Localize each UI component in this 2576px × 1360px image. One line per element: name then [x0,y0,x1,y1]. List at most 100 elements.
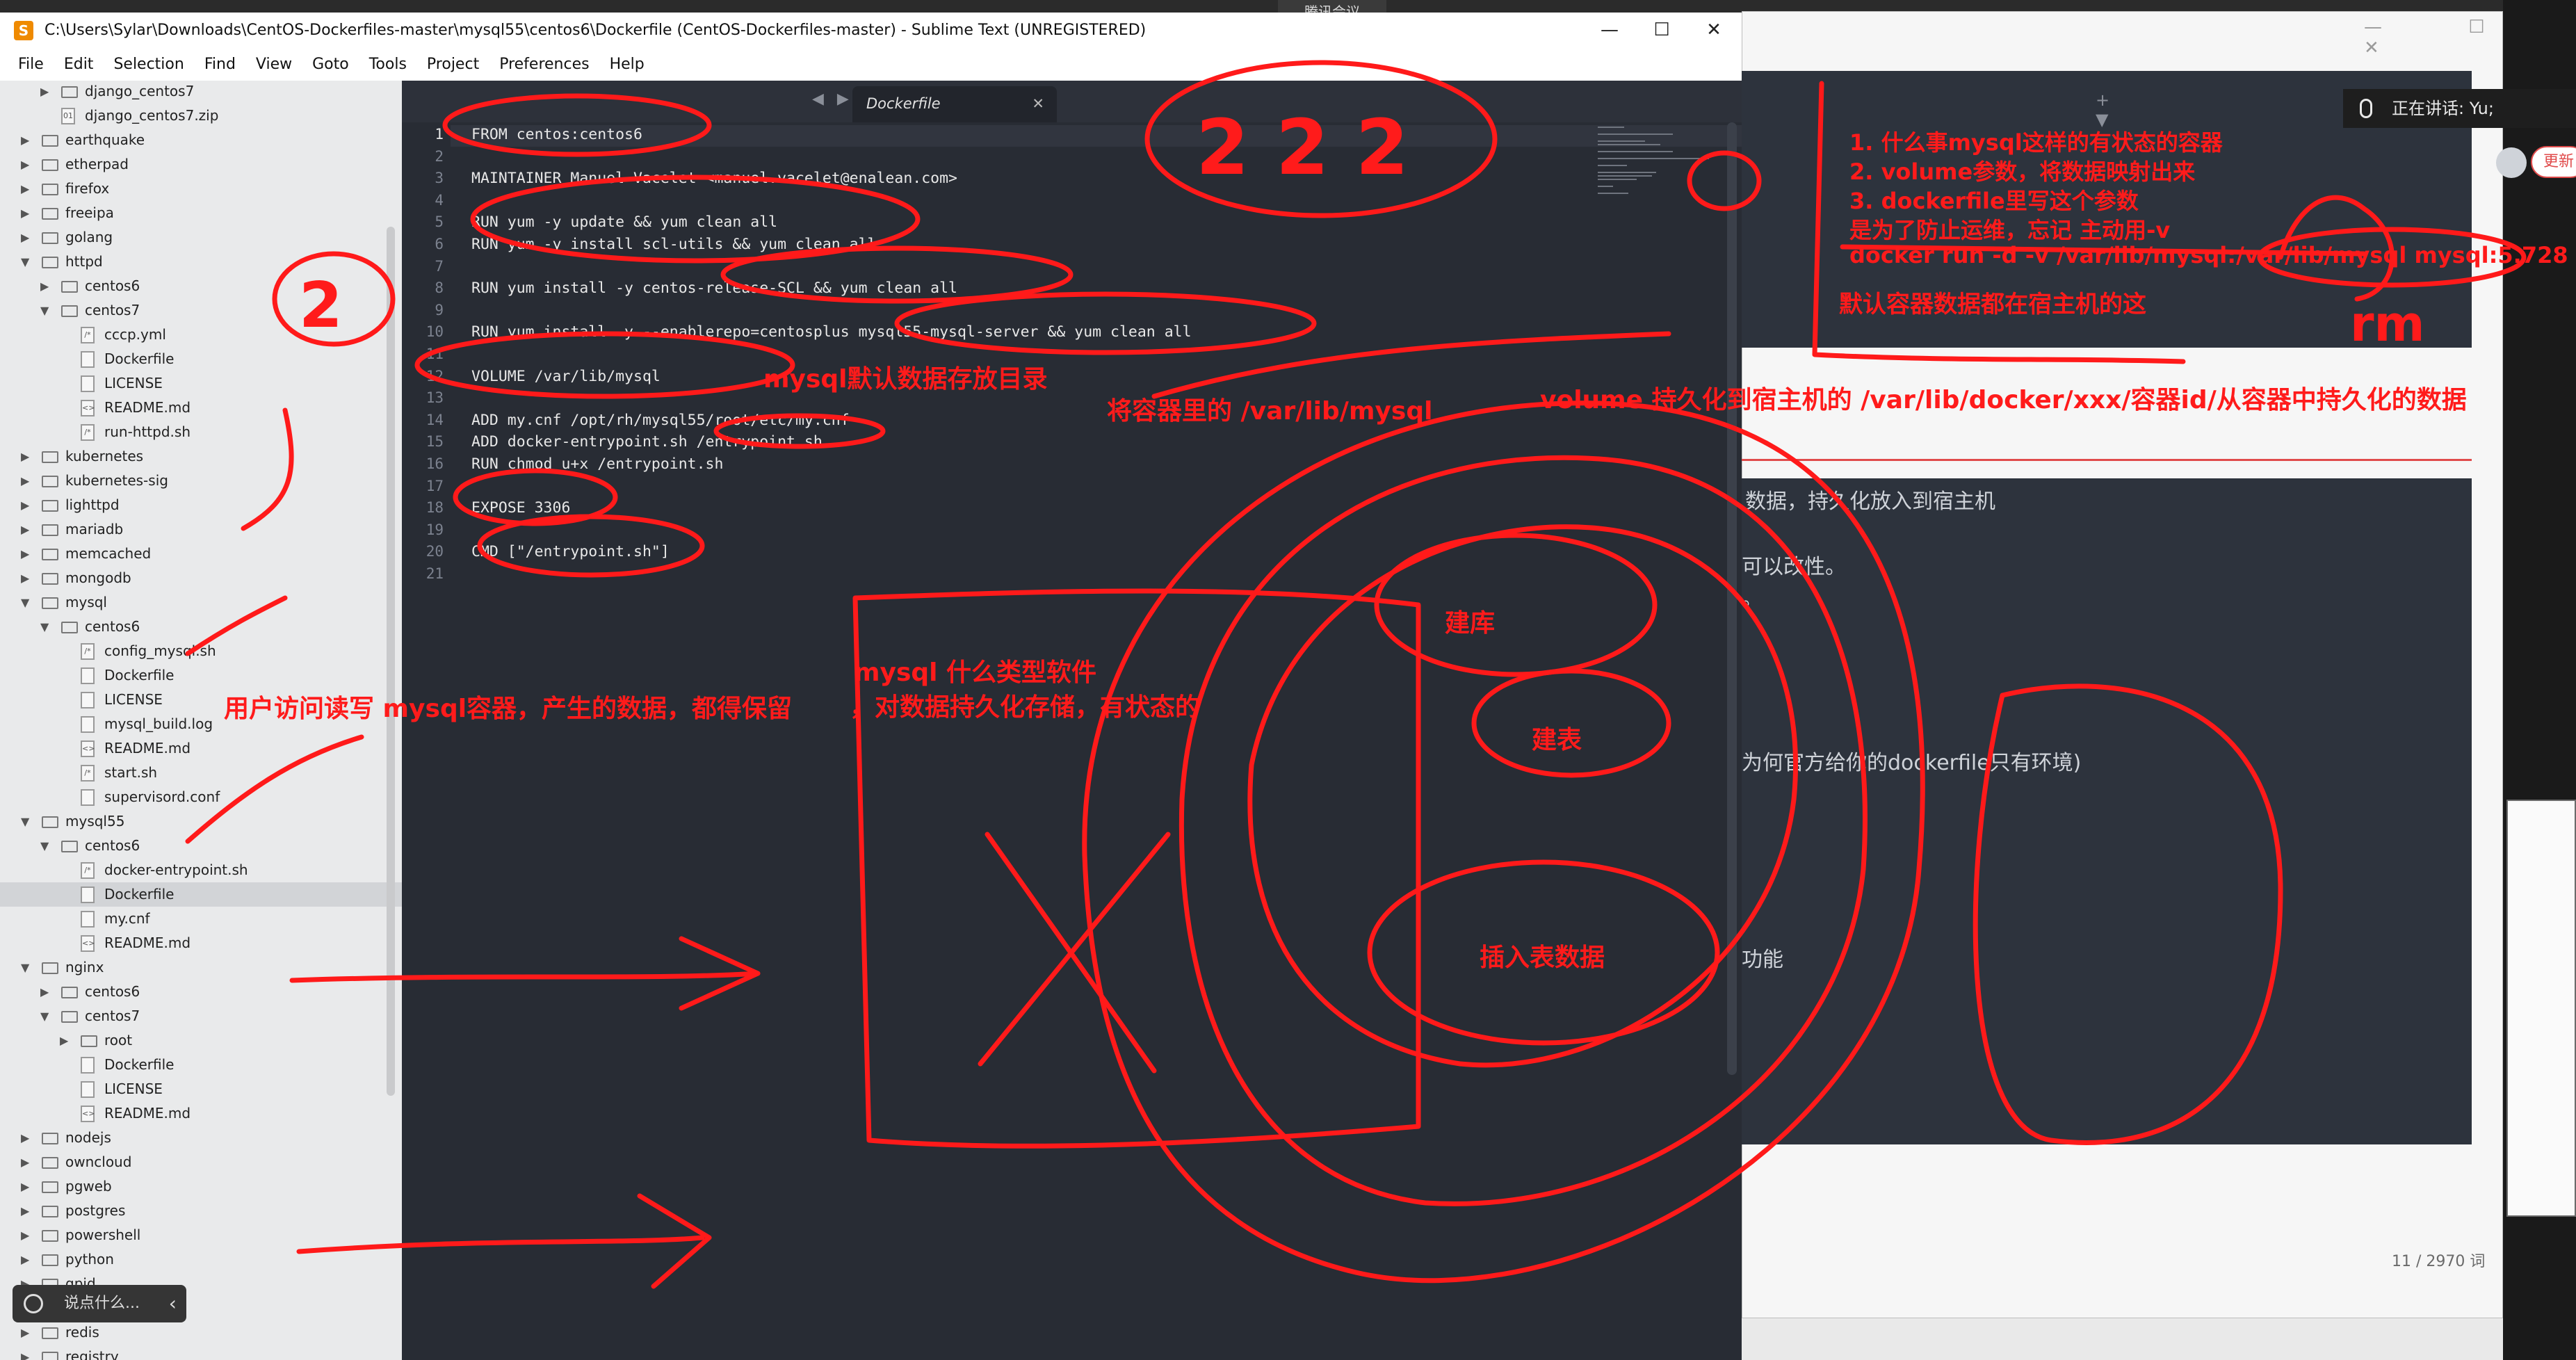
code-line[interactable]: MAINTAINER Manuel Vacelet <manuel.vacele… [471,168,957,189]
code-line[interactable]: RUN yum -y update && yum clean all [471,211,777,233]
triangle-down-icon[interactable]: ▼ [40,615,49,639]
sidebar-item[interactable]: supervisord.conf [0,785,402,809]
triangle-right-icon[interactable]: ▶ [21,1345,29,1360]
tab-bar-right-icons[interactable]: + ▼ [2096,90,2121,129]
sidebar-item[interactable]: ▶ mariadb [0,517,402,542]
menu-view[interactable]: View [256,56,292,73]
menu-edit[interactable]: Edit [64,56,94,73]
sidebar-item[interactable]: LICENSE [0,371,402,396]
close-button[interactable]: ✕ [1683,13,1745,49]
sidebar-item[interactable]: ▼ mysql55 [0,809,402,834]
menu-tools[interactable]: Tools [369,56,407,73]
code-line[interactable]: VOLUME /var/lib/mysql [471,366,661,387]
editor-scrollbar[interactable] [1727,122,1737,1075]
sidebar-item[interactable]: <> README.md [0,736,402,761]
chat-input[interactable]: 说点什么... ‹ [13,1285,186,1322]
sidebar-item[interactable]: ▶ memcached [0,542,402,566]
sidebar-item[interactable]: ▶ earthquake [0,128,402,152]
sidebar-item[interactable]: ▶ kubernetes [0,444,402,469]
menu-file[interactable]: File [18,56,44,73]
sidebar-item[interactable]: ▶ lighttpd [0,493,402,517]
sidebar-item[interactable]: <> README.md [0,396,402,420]
code-line[interactable]: RUN chmod u+x /entrypoint.sh [471,453,723,475]
sidebar-item[interactable]: Dockerfile [0,1053,402,1077]
triangle-down-icon[interactable]: ▼ [40,1004,49,1028]
triangle-right-icon[interactable]: ▶ [21,493,29,517]
menu-find[interactable]: Find [204,56,236,73]
sidebar-item[interactable]: /* config_mysql.sh [0,639,402,663]
triangle-right-icon[interactable]: ▶ [21,566,29,590]
triangle-right-icon[interactable]: ▶ [21,177,29,201]
sidebar-item[interactable]: ▼ mysql [0,590,402,615]
triangle-right-icon[interactable]: ▶ [60,1028,68,1053]
triangle-down-icon[interactable]: ▼ [40,298,49,323]
sidebar-item[interactable]: 01 django_centos7.zip [0,104,402,128]
menu-preferences[interactable]: Preferences [499,56,589,73]
sidebar-item[interactable]: my.cnf [0,907,402,931]
update-button[interactable]: 更新 [2531,146,2576,178]
sidebar-item[interactable]: ▼ centos7 [0,298,402,323]
emoji-icon[interactable] [24,1294,43,1313]
menu-selection[interactable]: Selection [113,56,184,73]
sidebar-item[interactable]: ▶ centos6 [0,980,402,1004]
triangle-right-icon[interactable]: ▶ [21,1223,29,1247]
sidebar-item[interactable]: ▶ golang [0,225,402,250]
sidebar-item[interactable]: Dockerfile [0,347,402,371]
sidebar-item[interactable]: ▼ centos6 [0,615,402,639]
sidebar-item[interactable]: ▶ etherpad [0,152,402,177]
triangle-down-icon[interactable]: ▼ [21,809,29,834]
code-line[interactable]: RUN yum -y install scl-utils && yum clea… [471,234,876,255]
triangle-down-icon[interactable]: ▼ [21,590,29,615]
avatar[interactable] [2496,147,2527,178]
sidebar-item[interactable]: ▶ redis [0,1320,402,1345]
sidebar-item[interactable]: ▶ firefox [0,177,402,201]
sidebar-item[interactable]: ▶ powershell [0,1223,402,1247]
sidebar-item[interactable]: ▶ django_centos7 [0,81,402,104]
triangle-right-icon[interactable]: ▶ [21,1199,29,1223]
sidebar-item[interactable]: /* cccp.yml [0,323,402,347]
triangle-down-icon[interactable]: ▼ [21,250,29,274]
sidebar-item[interactable]: <> README.md [0,1101,402,1126]
sidebar-item[interactable]: <> README.md [0,931,402,955]
sidebar-item[interactable]: ▶ pgweb [0,1174,402,1199]
sidebar-item[interactable]: ▶ root [0,1028,402,1053]
sidebar-item[interactable]: ▶ python [0,1247,402,1272]
sidebar-item[interactable]: ▼ nginx [0,955,402,980]
triangle-right-icon[interactable]: ▶ [21,469,29,493]
tab-nav-arrows[interactable]: ◀ ▶ [812,90,853,108]
sidebar-item[interactable]: ▼ centos6 [0,834,402,858]
sidebar-item[interactable]: /* docker-entrypoint.sh [0,858,402,882]
triangle-right-icon[interactable]: ▶ [21,201,29,225]
triangle-right-icon[interactable]: ▶ [21,444,29,469]
minimap[interactable] [1598,127,1723,217]
menu-help[interactable]: Help [610,56,645,73]
triangle-right-icon[interactable]: ▶ [21,225,29,250]
sidebar-item[interactable]: Dockerfile [0,663,402,688]
triangle-right-icon[interactable]: ▶ [21,1174,29,1199]
triangle-right-icon[interactable]: ▶ [21,128,29,152]
triangle-right-icon[interactable]: ▶ [40,81,49,104]
triangle-right-icon[interactable]: ▶ [21,1150,29,1174]
sidebar-item[interactable]: ▶ nodejs [0,1126,402,1150]
triangle-right-icon[interactable]: ▶ [21,1247,29,1272]
sidebar-item[interactable]: /* run-httpd.sh [0,420,402,444]
sidebar-item[interactable]: ▶ registry [0,1345,402,1360]
code-line[interactable]: RUN yum install -y centos-release-SCL &&… [471,277,957,299]
triangle-right-icon[interactable]: ▶ [21,152,29,177]
code-line[interactable]: ADD my.cnf /opt/rh/mysql55/root/etc/my.c… [471,410,850,431]
code-line[interactable]: FROM centos:centos6 [471,124,642,145]
menu-project[interactable]: Project [427,56,479,73]
triangle-right-icon[interactable]: ▶ [40,980,49,1004]
triangle-right-icon[interactable]: ▶ [40,274,49,298]
sidebar-item[interactable]: ▶ postgres [0,1199,402,1223]
tab-dockerfile[interactable]: Dockerfile ✕ [852,86,1057,122]
code-line[interactable]: ADD docker-entrypoint.sh /entrypoint.sh [471,431,823,453]
triangle-right-icon[interactable]: ▶ [21,1126,29,1150]
sidebar-item[interactable]: ▶ freeipa [0,201,402,225]
sidebar-scrollbar[interactable] [387,227,395,1096]
sidebar-item[interactable]: Dockerfile [0,882,402,907]
sidebar-item[interactable]: ▶ owncloud [0,1150,402,1174]
triangle-right-icon[interactable]: ▶ [21,1320,29,1345]
tab-close-icon[interactable]: ✕ [1032,86,1044,121]
sidebar-item[interactable]: /* start.sh [0,761,402,785]
